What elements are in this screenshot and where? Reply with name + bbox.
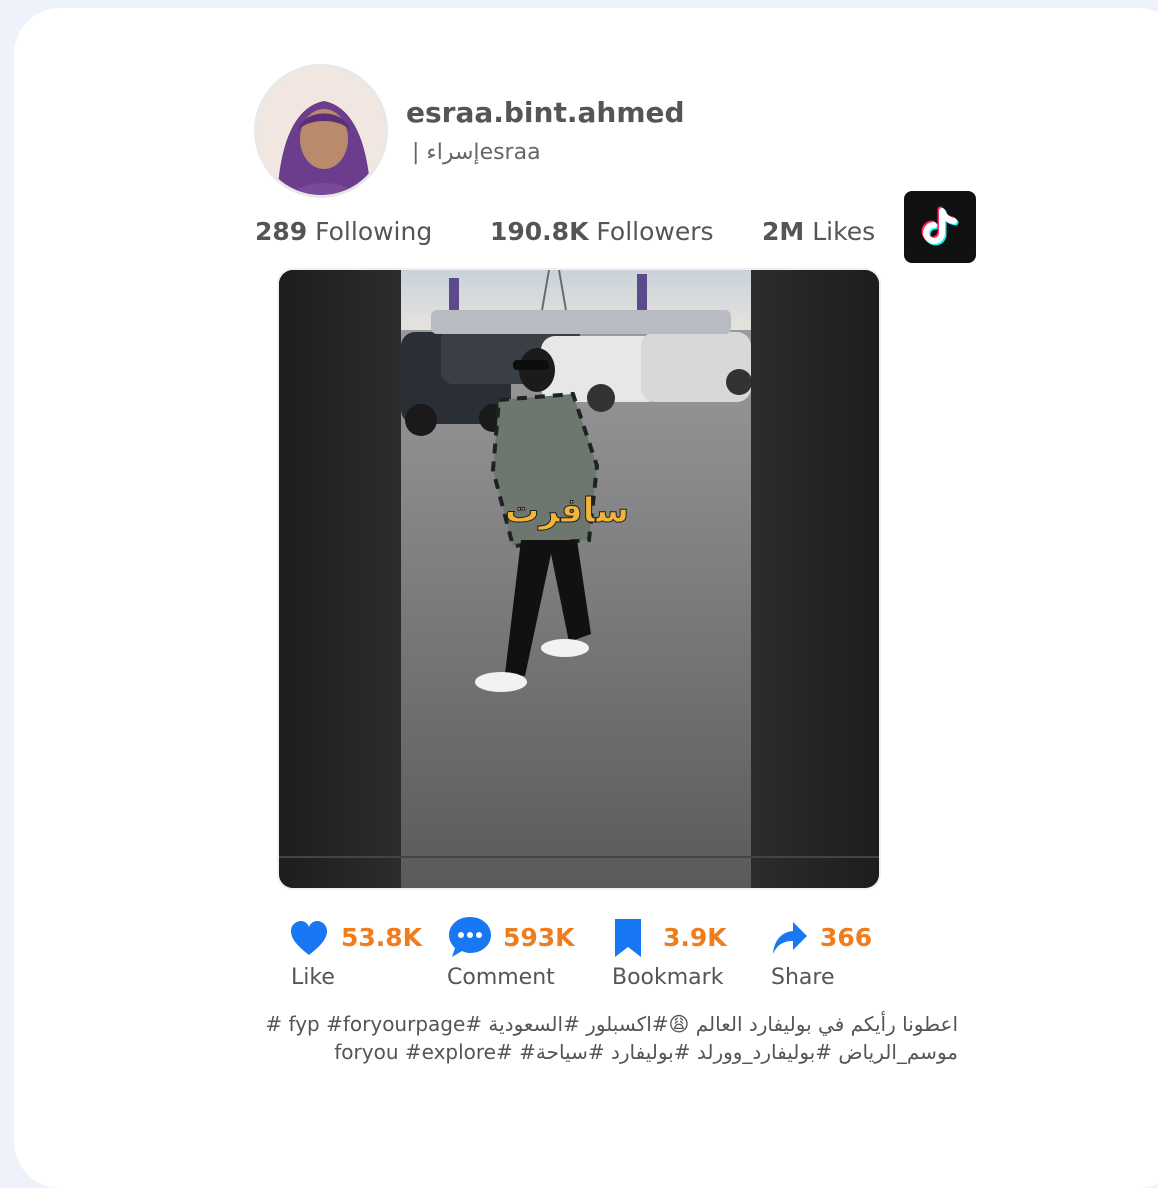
bookmark-icon <box>615 919 641 957</box>
video-player[interactable]: سافرت <box>279 270 879 888</box>
share-icon <box>773 922 807 954</box>
video-frame: سافرت <box>401 270 751 888</box>
caption-line-2: موسم_الرياض #بوليفارد_وورلد #بوليفارد #س… <box>334 1040 958 1064</box>
comment-label: Comment <box>447 965 555 990</box>
like-label: Like <box>291 965 335 990</box>
avatar-image <box>257 67 385 195</box>
bookmark-count: 3.9K <box>663 923 727 952</box>
video-overlay-text: سافرت <box>505 491 629 531</box>
tiktok-logo-icon[interactable] <box>904 191 976 263</box>
tiktok-note-icon <box>921 206 959 246</box>
caption-line-1: اعطونا رأيكم في بوليفارد العالم 😩#اكسبلو… <box>265 1012 958 1036</box>
stat-label: Likes <box>812 217 876 246</box>
stat-label: Following <box>315 217 433 246</box>
video-blur-right <box>751 270 879 888</box>
heart-icon <box>291 921 327 955</box>
username[interactable]: esraa.bint.ahmed <box>406 96 685 129</box>
share-label: Share <box>771 965 835 990</box>
video-blur-left <box>279 270 401 888</box>
stat-label: Followers <box>596 217 714 246</box>
avatar[interactable] <box>254 64 388 198</box>
stat-value: 289 <box>255 217 308 246</box>
video-progress-bar[interactable] <box>279 856 879 858</box>
video-caption: اعطونا رأيكم في بوليفارد العالم 😩#اكسبلو… <box>180 1010 958 1066</box>
stat-followers[interactable]: 190.8K Followers <box>490 217 714 246</box>
like-count: 53.8K <box>341 923 423 952</box>
stat-value: 2M <box>762 217 805 246</box>
share-count: 366 <box>820 923 873 952</box>
nickname: | إسراءesraa <box>412 140 541 165</box>
comment-icon <box>449 917 491 957</box>
stat-value: 190.8K <box>490 217 589 246</box>
comment-count: 593K <box>503 923 575 952</box>
stat-likes[interactable]: 2M Likes <box>762 217 875 246</box>
bookmark-label: Bookmark <box>612 965 724 990</box>
stat-following[interactable]: 289 Following <box>255 217 432 246</box>
